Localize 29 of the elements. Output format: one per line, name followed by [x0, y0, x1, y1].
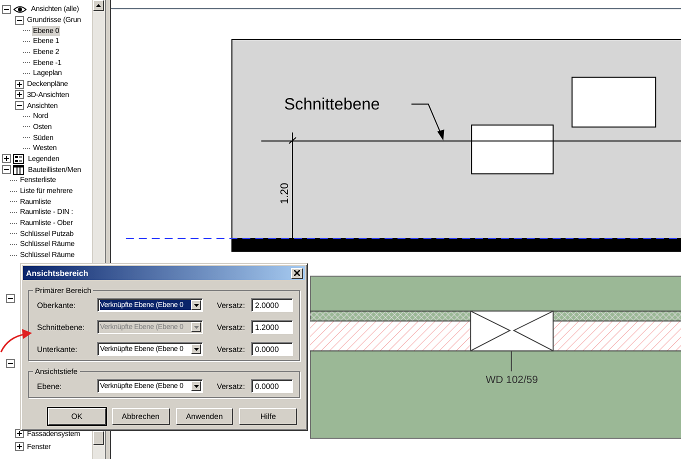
table-icon	[13, 164, 24, 175]
section-label: Schnittebene	[284, 96, 380, 114]
dialog-title: Ansichtsbereich	[26, 268, 88, 278]
close-button[interactable]	[291, 268, 303, 278]
expand-icon[interactable]	[2, 154, 11, 164]
dimension-value: 1.20	[279, 182, 292, 204]
expand-icon[interactable]	[15, 442, 24, 451]
leader-arrow	[410, 104, 444, 140]
collapse-icon[interactable]	[15, 16, 24, 25]
collapse-icon[interactable]	[6, 294, 15, 302]
eye-icon	[13, 4, 27, 14]
caret-icon	[194, 326, 198, 328]
caret-icon	[194, 304, 198, 306]
close-icon	[294, 270, 300, 276]
collapse-icon[interactable]	[2, 165, 11, 174]
collapse-icon[interactable]	[2, 4, 11, 14]
legend-icon	[13, 154, 24, 164]
expand-icon[interactable]	[15, 429, 24, 438]
caret-icon	[194, 384, 198, 388]
caret-icon	[194, 348, 198, 350]
collapse-icon[interactable]	[15, 101, 24, 110]
door-tag: WD 102/59	[486, 375, 538, 386]
scroll-up-button[interactable]	[93, 0, 104, 11]
up-arrow-icon	[96, 4, 101, 7]
scrollbar-thumb[interactable]	[93, 431, 104, 445]
leader-line	[510, 350, 512, 372]
expand-icon[interactable]	[15, 90, 24, 100]
collapse-icon[interactable]	[6, 358, 15, 368]
expand-icon[interactable]	[15, 80, 24, 89]
